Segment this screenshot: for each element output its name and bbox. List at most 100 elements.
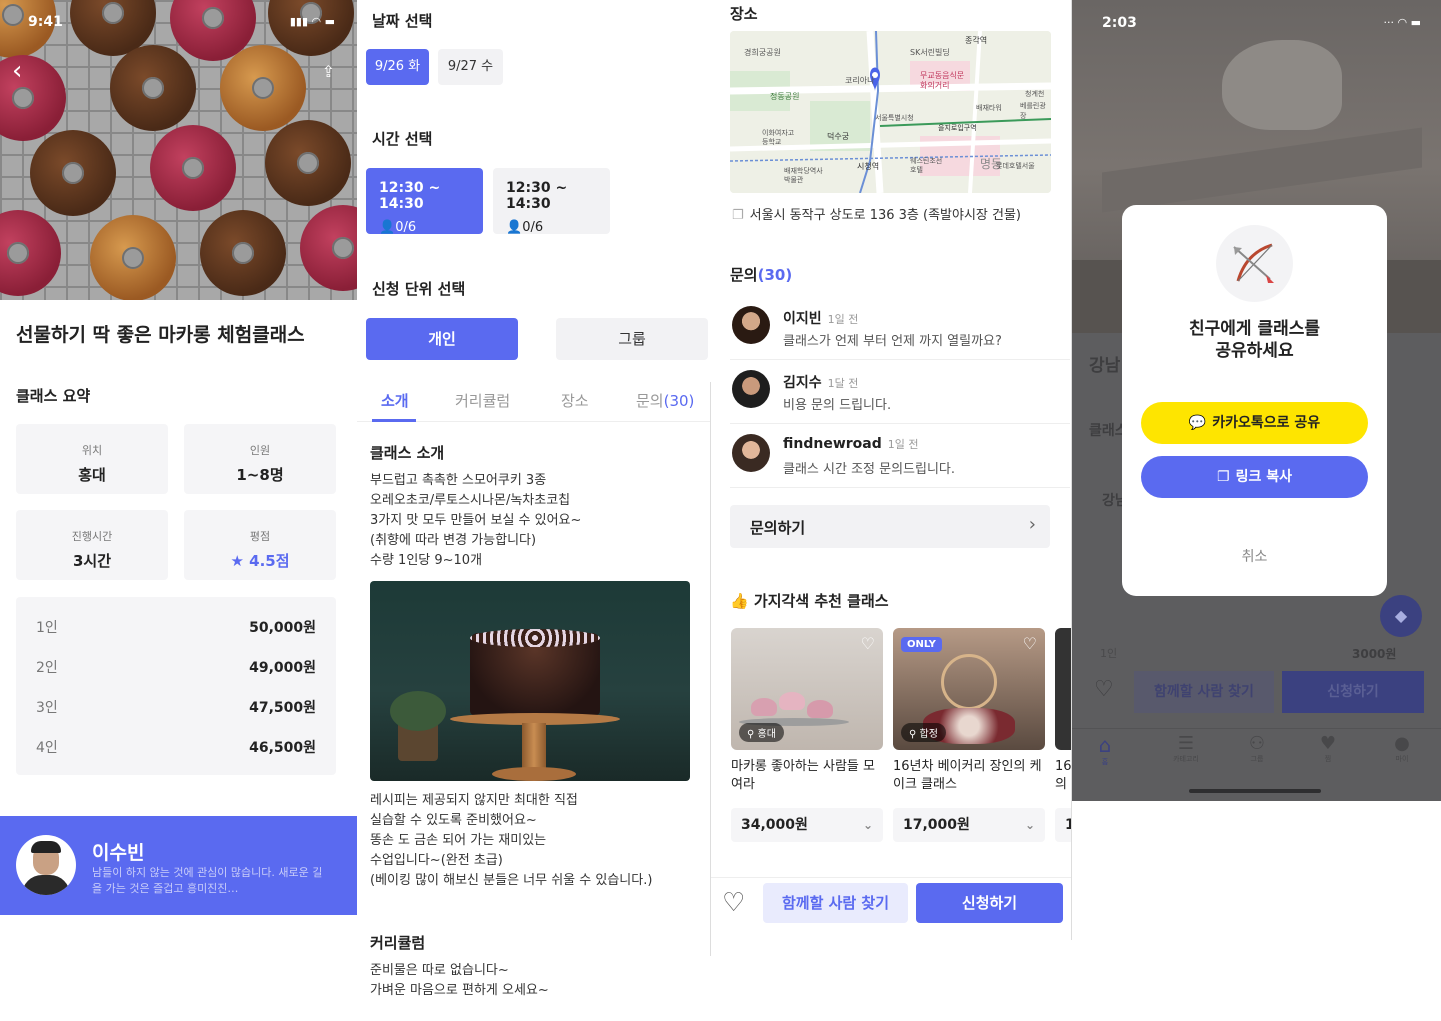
heart-icon[interactable]: ♡ bbox=[1023, 634, 1037, 653]
status-icons: ··· ◠ ▬ bbox=[1383, 16, 1421, 29]
share-modal-screen: 2:03 ··· ◠ ▬ 강남 클래스 강남 1인 3000원 ◆ ♡ 함께할 … bbox=[1072, 0, 1441, 801]
apply-button[interactable]: 신청하기 bbox=[1282, 671, 1424, 713]
share-modal: 친구에게 클래스를 공유하세요 💬 카카오톡으로 공유 ❐ 링크 복사 취소 bbox=[1122, 205, 1387, 596]
question-item[interactable]: 김지수 1달 전 비용 문의 드립니다. bbox=[730, 362, 1070, 424]
price-row: 1인 50,000원 bbox=[36, 620, 316, 636]
place-heading: 장소 bbox=[730, 5, 758, 23]
date-chip[interactable]: 9/27 수 bbox=[438, 49, 503, 85]
find-partner-button[interactable]: 함께할 사람 찾기 bbox=[1134, 671, 1274, 713]
location-tag: ⚲ 홍대 bbox=[739, 723, 784, 742]
tab-wish[interactable]: ♥ 찜 bbox=[1318, 733, 1338, 764]
tab-indicator bbox=[372, 419, 416, 422]
time-slot-selected[interactable]: 12:30 ~ 14:30 👤0/6 bbox=[366, 168, 483, 235]
section-tabs: 소개 커리큘럼 장소 문의(30) bbox=[357, 378, 711, 422]
share-icon[interactable]: ⇪ bbox=[322, 62, 335, 81]
address: ❐ 서울시 동작구 상도로 136 3층 (족발야시장 건물) bbox=[732, 208, 1021, 223]
chevron-down-icon: ⌄ bbox=[1024, 818, 1035, 832]
time-heading: 시간 선택 bbox=[372, 130, 433, 148]
rec-price[interactable]: 17,000원 ⌄ bbox=[893, 808, 1045, 842]
summary-rating: 평점 ★ 4.5점 bbox=[184, 510, 336, 580]
summary-capacity: 인원 1~8명 bbox=[184, 424, 336, 494]
heart-icon[interactable]: ♡ bbox=[861, 634, 875, 653]
copy-icon[interactable]: ❐ bbox=[732, 208, 744, 223]
chevron-right-icon: › bbox=[1028, 514, 1036, 535]
host-name: 이수빈 bbox=[92, 842, 145, 864]
home-indicator bbox=[1189, 789, 1321, 793]
location-map[interactable]: 종각역 SK서린빌딩 경희궁공원 코리아나 무교동음식문화의거리 정동공원 청계… bbox=[730, 31, 1051, 193]
heart-icon[interactable]: ♡ bbox=[1094, 677, 1114, 702]
intro-text-2: 레시피는 제공되지 않지만 최대한 직접 실습할 수 있도록 준비했어요~ 똥손 도… bbox=[370, 793, 653, 888]
booking-screen: 날짜 선택 9/26 화 9/27 수 시간 선택 12:30 ~ 14:30 … bbox=[357, 0, 711, 1021]
unit-individual-button[interactable]: 개인 bbox=[366, 318, 518, 360]
rec-image: ONLY ♡ ⚲ 합정 bbox=[893, 628, 1045, 750]
avatar bbox=[732, 434, 770, 472]
summary-heading: 클래스 요약 bbox=[16, 387, 91, 405]
intro-heading: 클래스 소개 bbox=[370, 444, 445, 462]
rec-heading: 👍 가지각색 추천 클래스 bbox=[730, 592, 889, 610]
thumbs-up-icon: 👍 bbox=[730, 592, 749, 610]
kakao-share-button[interactable]: 💬 카카오톡으로 공유 bbox=[1141, 402, 1368, 444]
curriculum-text: 준비물은 따로 없습니다~ 가벼운 마음으로 편하게 오세요~ bbox=[370, 963, 549, 998]
unit-heading: 신청 단위 선택 bbox=[372, 280, 466, 298]
class-detail-screen: 9:41 ▮▮▮ ◠ ▬ ‹ ⇪ 선물하기 딱 좋은 마카롱 체험클래스 클래스… bbox=[0, 0, 357, 1021]
tab-home[interactable]: ⌂ 홈 bbox=[1094, 733, 1116, 767]
qa-heading: 문의(30) bbox=[730, 266, 793, 284]
rec-price[interactable]: 34,000원 ⌄ bbox=[731, 808, 883, 842]
rec-title: 마카롱 좋아하는 사람들 모여라 bbox=[731, 759, 875, 792]
question-item[interactable]: 이지빈 1일 전 클래스가 언제 부터 언제 까지 열릴까요? bbox=[730, 298, 1070, 360]
rec-image: ♡ ⚲ 홍대 bbox=[731, 628, 883, 750]
price-table: 1인 50,000원 2인 49,000원 3인 47,500원 4인 46,500원 bbox=[16, 597, 336, 775]
curriculum-heading: 커리큘럼 bbox=[370, 934, 426, 952]
only-badge: ONLY bbox=[901, 637, 942, 652]
rec-card[interactable]: ONLY ♡ ⚲ 합정 16년차 베이커리 장인의 케이크 클래스 17,000… bbox=[893, 628, 1045, 842]
bow-arrow-icon bbox=[1216, 225, 1293, 302]
find-partner-button[interactable]: 함께할 사람 찾기 bbox=[763, 883, 908, 923]
tab-my[interactable]: ● 마이 bbox=[1390, 733, 1414, 764]
avatar bbox=[16, 835, 76, 895]
host-bio: 을 가는 것은 즐겁고 흥미진진… bbox=[92, 882, 239, 895]
chevron-down-icon: ⌄ bbox=[862, 818, 873, 832]
modal-title: 친구에게 클래스를 공유하세요 bbox=[1188, 319, 1321, 361]
rec-card[interactable]: 16의 1 bbox=[1055, 628, 1071, 842]
ask-button[interactable]: 문의하기 › bbox=[730, 505, 1050, 548]
copy-icon: ❐ bbox=[1217, 469, 1230, 485]
heart-icon[interactable]: ♡ bbox=[722, 888, 745, 918]
date-heading: 날짜 선택 bbox=[372, 12, 433, 30]
avatar bbox=[732, 306, 770, 344]
tab-place[interactable]: 장소 bbox=[561, 390, 589, 411]
hero-image: 9:41 ▮▮▮ ◠ ▬ ‹ ⇪ bbox=[0, 0, 357, 300]
cancel-button[interactable]: 취소 bbox=[1122, 546, 1387, 566]
intro-text: 부드럽고 촉촉한 스모어쿠키 3종 오레오초코/루토스시나몬/녹차초코칩 3가지 맛… bbox=[370, 473, 582, 568]
time-slot[interactable]: 12:30 ~ 14:30 👤0/6 bbox=[493, 168, 610, 235]
tab-category[interactable]: ☰ 카테고리 bbox=[1166, 733, 1206, 764]
tab-qa[interactable]: 문의(30) bbox=[636, 390, 694, 411]
cake-photo bbox=[370, 581, 690, 781]
class-title: 선물하기 딱 좋은 마카롱 체험클래스 bbox=[16, 324, 305, 346]
status-time: 9:41 bbox=[28, 14, 63, 30]
tag-fab-icon[interactable]: ◆ bbox=[1380, 595, 1422, 637]
apply-button[interactable]: 신청하기 bbox=[916, 883, 1063, 923]
person-icon: 👤 bbox=[506, 220, 523, 235]
rec-card[interactable]: ♡ ⚲ 홍대 마카롱 좋아하는 사람들 모여라 34,000원 ⌄ bbox=[731, 628, 883, 842]
back-icon[interactable]: ‹ bbox=[12, 56, 22, 86]
chat-bubble-icon: 💬 bbox=[1188, 415, 1207, 431]
status-time: 2:03 bbox=[1102, 15, 1137, 31]
question-item[interactable]: findnewroad 1일 전 클래스 시간 조정 문의드립니다. bbox=[730, 426, 1070, 488]
price-row: 4인 46,500원 bbox=[36, 740, 316, 756]
person-icon: 👤 bbox=[379, 220, 396, 235]
tab-curriculum[interactable]: 커리큘럼 bbox=[455, 390, 510, 411]
bottom-action-bar: ♡ 함께할 사람 찾기 신청하기 bbox=[711, 877, 1071, 935]
avatar bbox=[732, 370, 770, 408]
unit-group-button[interactable]: 그룹 bbox=[556, 318, 708, 360]
copy-link-button[interactable]: ❐ 링크 복사 bbox=[1141, 456, 1368, 498]
rec-title: 16년차 베이커리 장인의 케이크 클래스 bbox=[893, 759, 1042, 792]
location-tag: ⚲ 합정 bbox=[901, 723, 946, 742]
summary-duration: 진행시간 3시간 bbox=[16, 510, 168, 580]
summary-location: 위치 홍대 bbox=[16, 424, 168, 494]
host-profile[interactable]: 이수빈 남들이 하지 않는 것에 관심이 많습니다. 새로운 길 을 가는 것은… bbox=[0, 816, 357, 915]
price-row: 2인 49,000원 bbox=[36, 660, 316, 676]
price-row: 3인 47,500원 bbox=[36, 700, 316, 716]
date-chip-selected[interactable]: 9/26 화 bbox=[366, 49, 429, 85]
tab-group[interactable]: ⚇ 그룹 bbox=[1242, 733, 1272, 764]
tab-intro[interactable]: 소개 bbox=[381, 390, 409, 411]
